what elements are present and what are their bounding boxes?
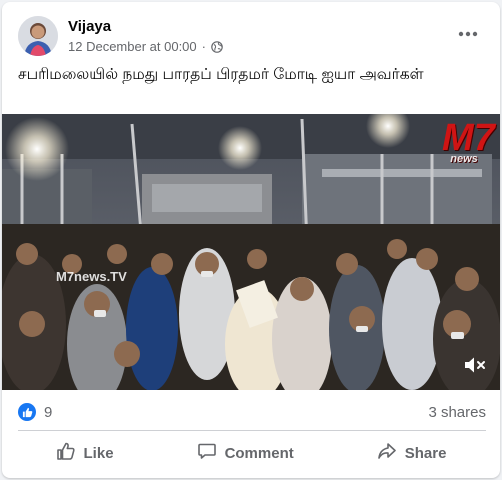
- video-crowd: [2, 224, 500, 390]
- shares-count[interactable]: 3 shares: [428, 404, 486, 421]
- post-timestamp[interactable]: 12 December at 00:00: [68, 39, 197, 54]
- avatar-image: [18, 16, 58, 56]
- post-caption: சபரிமலையில் நமது பாரதப் பிரதமர் மோடி ஐயா…: [18, 66, 424, 83]
- post-card: Vijaya 12 December at 00:00 · சபரிமலையில…: [2, 2, 500, 478]
- video-frame: [2, 114, 500, 390]
- comment-button[interactable]: Comment: [183, 433, 308, 473]
- globe-icon: [211, 40, 223, 53]
- like-reaction-icon: [18, 403, 36, 421]
- comment-label: Comment: [224, 444, 294, 462]
- volume-muted-icon[interactable]: [460, 350, 490, 380]
- channel-logo: M7 news: [442, 119, 495, 166]
- video-player[interactable]: M7 news M7news.TV: [2, 114, 500, 390]
- meta-separator: ·: [201, 39, 206, 54]
- post-stats: 9 3 shares: [18, 398, 486, 426]
- video-light-2: [218, 126, 262, 170]
- reactions-summary[interactable]: 9: [18, 403, 52, 421]
- reactions-count[interactable]: 9: [44, 404, 52, 421]
- post-actions: Like Comment Share: [14, 434, 488, 472]
- channel-logo-sub: news: [450, 153, 478, 165]
- video-light-1: [5, 117, 69, 181]
- share-icon: [377, 441, 397, 465]
- share-button[interactable]: Share: [363, 433, 461, 473]
- comment-icon: [197, 441, 217, 465]
- post-header: Vijaya 12 December at 00:00 ·: [16, 14, 490, 58]
- video-watermark: M7news.TV: [56, 269, 127, 284]
- actions-divider: [18, 430, 486, 431]
- like-button[interactable]: Like: [42, 433, 128, 473]
- share-label: Share: [404, 444, 447, 462]
- post-meta: 12 December at 00:00 ·: [68, 39, 223, 54]
- like-label: Like: [83, 444, 114, 462]
- thumbs-up-icon: [56, 441, 76, 465]
- avatar[interactable]: [18, 16, 58, 56]
- author-name[interactable]: Vijaya: [68, 18, 111, 35]
- more-options-icon[interactable]: [454, 22, 482, 46]
